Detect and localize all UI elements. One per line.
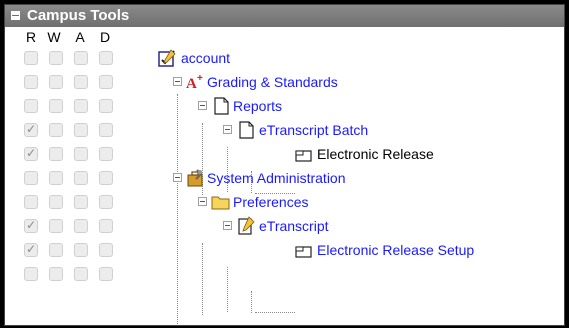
read-checkbox[interactable]	[24, 267, 38, 281]
folder-icon	[211, 192, 231, 212]
delete-checkbox[interactable]	[99, 99, 113, 113]
svg-text:A: A	[186, 76, 197, 92]
read-checkbox[interactable]	[24, 242, 38, 257]
tree-item-reports[interactable]: Reports	[233, 98, 282, 114]
collapse-toggle[interactable]	[223, 221, 232, 230]
edit-document-icon	[236, 216, 256, 236]
tree-row: Electronic Release	[5, 143, 564, 167]
delete-checkbox[interactable]	[99, 219, 113, 233]
tree-item-etranscript[interactable]: eTranscript	[259, 218, 329, 234]
tree-connector	[255, 312, 295, 313]
tree-row: Reports	[5, 95, 564, 119]
tree-connector	[251, 291, 252, 313]
write-checkbox[interactable]	[49, 99, 63, 113]
add-checkbox[interactable]	[74, 75, 88, 89]
tree-row: Electronic Release Setup	[5, 239, 564, 263]
write-checkbox[interactable]	[49, 243, 63, 257]
tool-leaf-icon	[295, 243, 313, 259]
collapse-toggle[interactable]	[173, 173, 182, 182]
add-checkbox[interactable]	[74, 147, 88, 161]
column-header-d: D	[99, 29, 111, 45]
tree-item-grading-standards[interactable]: Grading & Standards	[207, 74, 338, 90]
collapse-toggle[interactable]	[198, 197, 207, 206]
read-checkbox[interactable]	[24, 75, 38, 89]
account-icon	[157, 48, 177, 68]
collapse-icon[interactable]	[11, 11, 20, 20]
read-checkbox[interactable]	[24, 218, 38, 233]
panel-header: Campus Tools	[5, 5, 564, 27]
read-checkbox[interactable]	[24, 122, 38, 137]
write-checkbox[interactable]	[49, 219, 63, 233]
document-icon	[236, 120, 256, 140]
write-checkbox[interactable]	[49, 171, 63, 185]
tool-leaf-icon	[295, 147, 313, 163]
add-checkbox[interactable]	[74, 99, 88, 113]
delete-checkbox[interactable]	[99, 147, 113, 161]
add-checkbox[interactable]	[74, 195, 88, 209]
add-checkbox[interactable]	[74, 171, 88, 185]
column-header-w: W	[47, 29, 61, 45]
write-checkbox[interactable]	[49, 267, 63, 281]
system-admin-icon	[185, 168, 205, 188]
tree-item-system-administration[interactable]: System Administration	[207, 170, 346, 186]
tree-row-partial	[5, 263, 564, 287]
write-checkbox[interactable]	[49, 75, 63, 89]
svg-text:+: +	[197, 73, 203, 84]
tree-item-account[interactable]: account	[181, 50, 230, 66]
delete-checkbox[interactable]	[99, 267, 113, 281]
tree-row: System Administration	[5, 167, 564, 191]
tree-row: eTranscript Batch	[5, 119, 564, 143]
add-checkbox[interactable]	[74, 51, 88, 65]
tree-row: Preferences	[5, 191, 564, 215]
column-header-r: R	[25, 29, 37, 45]
panel-title: Campus Tools	[27, 7, 130, 24]
delete-checkbox[interactable]	[99, 75, 113, 89]
delete-checkbox[interactable]	[99, 195, 113, 209]
tree-item-electronic-release[interactable]: Electronic Release	[317, 146, 434, 162]
tree-item-etranscript-batch[interactable]: eTranscript Batch	[259, 122, 368, 138]
read-checkbox[interactable]	[24, 99, 38, 113]
delete-checkbox[interactable]	[99, 123, 113, 137]
tree-item-electronic-release-setup[interactable]: Electronic Release Setup	[317, 242, 474, 258]
add-checkbox[interactable]	[74, 219, 88, 233]
tree-row: A + Grading & Standards	[5, 71, 564, 95]
add-checkbox[interactable]	[74, 123, 88, 137]
tree-row: account	[5, 47, 564, 71]
write-checkbox[interactable]	[49, 147, 63, 161]
write-checkbox[interactable]	[49, 195, 63, 209]
add-checkbox[interactable]	[74, 267, 88, 281]
collapse-toggle[interactable]	[198, 101, 207, 110]
add-checkbox[interactable]	[74, 243, 88, 257]
column-header-a: A	[75, 29, 85, 45]
delete-checkbox[interactable]	[99, 243, 113, 257]
collapse-toggle[interactable]	[223, 125, 232, 134]
read-checkbox[interactable]	[24, 51, 38, 65]
read-checkbox[interactable]	[24, 146, 38, 161]
delete-checkbox[interactable]	[99, 171, 113, 185]
grading-icon: A +	[185, 72, 205, 92]
collapse-toggle[interactable]	[173, 77, 182, 86]
read-checkbox[interactable]	[24, 171, 38, 185]
tree-row: eTranscript	[5, 215, 564, 239]
tree-item-preferences[interactable]: Preferences	[233, 194, 308, 210]
campus-tools-panel: Campus Tools R W A D account A+ Grading	[4, 4, 565, 326]
document-icon	[211, 96, 231, 116]
write-checkbox[interactable]	[49, 123, 63, 137]
read-checkbox[interactable]	[24, 195, 38, 209]
delete-checkbox[interactable]	[99, 51, 113, 65]
write-checkbox[interactable]	[49, 51, 63, 65]
